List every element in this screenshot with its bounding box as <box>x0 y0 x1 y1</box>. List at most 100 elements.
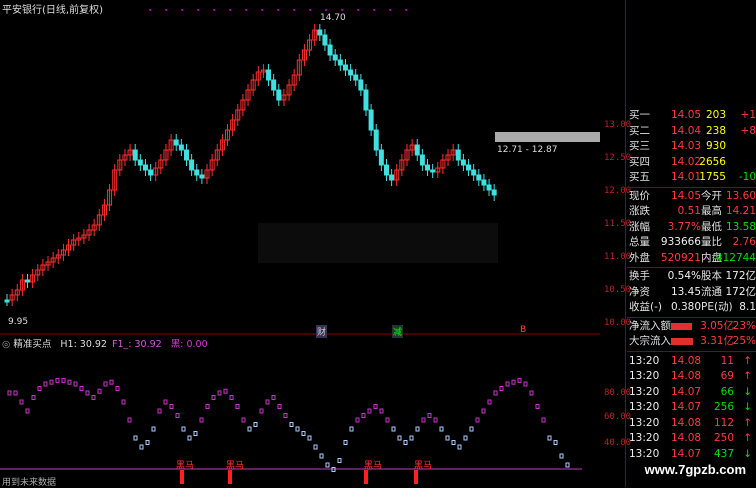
signal-bar <box>228 470 232 484</box>
candle-body <box>363 89 369 111</box>
flow-row[interactable]: 净流入额 3.05亿 23% <box>627 319 756 334</box>
bid-label: 买四 <box>629 155 650 168</box>
sidebar-divider <box>625 0 626 487</box>
tick-row[interactable]: 13:20 14.08 11 ↑ <box>627 354 756 369</box>
signal-bar <box>414 470 418 484</box>
flow-value: 3.31亿 <box>700 335 734 347</box>
fundamental-value: 8.1 <box>739 301 756 313</box>
quote-row[interactable]: 外盘 520921 内盘 412744 <box>627 251 756 266</box>
fundamental-row[interactable]: 换手 0.54% 股本 172亿 <box>627 269 756 284</box>
bid-price: 14.05 <box>671 109 702 121</box>
candle-body <box>189 159 195 171</box>
candle-body <box>4 299 10 303</box>
fundamental-row[interactable]: 收益(-) 0.380 PE(动) 8.1 <box>627 300 756 315</box>
tick-row[interactable]: 13:20 14.07 66 ↓ <box>627 385 756 400</box>
tick-price: 14.07 <box>671 401 702 413</box>
indicator-h1: H1: 30.92 <box>60 339 107 350</box>
signal-label: 黑马 <box>414 461 433 471</box>
indicator-f1: F1_: 30.92 <box>112 339 162 350</box>
top-dot <box>213 9 215 11</box>
arrow-down-icon: ↓ <box>743 385 752 398</box>
fundamental-label: 换手 <box>629 270 650 282</box>
bid-row[interactable]: 买三 14.03 930 <box>627 139 756 154</box>
event-marker-fin[interactable]: 财 <box>316 325 328 338</box>
bid-change: +8 <box>740 124 756 137</box>
top-dot <box>293 9 295 11</box>
top-dot <box>325 9 327 11</box>
top-dot <box>277 9 279 11</box>
low-price-label: 9.95 <box>8 317 29 327</box>
quote-label: 最低 <box>701 220 722 233</box>
fundamental-value: 172亿 <box>725 270 756 282</box>
signal-bar <box>180 470 184 484</box>
tick-volume: 256 <box>713 401 734 413</box>
candle-body <box>342 64 348 71</box>
quote-value: 520921 <box>660 251 701 264</box>
signal-bar <box>364 470 368 484</box>
tick-row[interactable]: 13:20 14.07 256 ↓ <box>627 400 756 415</box>
tick-row[interactable]: 13:20 14.08 69 ↑ <box>627 369 756 384</box>
event-marker-reduce[interactable]: 减 <box>392 325 404 338</box>
quote-value: 14.05 <box>670 189 701 202</box>
candle-body <box>337 59 343 66</box>
fundamental-value: 0.380 <box>670 301 701 313</box>
quote-label: 总量 <box>629 236 650 248</box>
quote-row[interactable]: 现价 14.05 今开 13.60 <box>627 189 756 204</box>
tick-price: 14.08 <box>671 432 702 444</box>
tick-row[interactable]: 13:20 14.07 437 ↓ <box>627 447 756 462</box>
quote-value: 3.77% <box>667 220 701 233</box>
candle-body <box>389 174 395 181</box>
overlay-panel-mid <box>258 223 498 263</box>
candle-body <box>430 169 436 173</box>
quote-value: 13.60 <box>725 189 756 202</box>
bid-label: 买一 <box>629 109 650 121</box>
top-dot <box>357 9 359 11</box>
candle-body <box>173 139 179 146</box>
tick-volume: 250 <box>713 432 734 444</box>
future-data-warning: 用到未来数据 <box>2 478 57 488</box>
bid-row[interactable]: 买一 14.05 203 +1 <box>627 108 756 123</box>
indicator-name[interactable]: 精准买点 <box>13 339 51 350</box>
fundamental-label: PE(动) <box>701 301 733 313</box>
indicator-toggle-icon[interactable]: ◎ <box>2 339 10 350</box>
top-dot <box>373 9 375 11</box>
bid-row[interactable]: 买五 14.01 1755 -10 <box>627 170 756 185</box>
bid-row[interactable]: 买二 14.04 238 +8 <box>627 124 756 139</box>
top-dot <box>309 9 311 11</box>
fundamental-row[interactable]: 净资 13.45 流通 172亿 <box>627 285 756 300</box>
arrow-up-icon: ↑ <box>743 416 752 429</box>
bid-label: 买三 <box>629 140 650 152</box>
candle-body <box>378 149 384 166</box>
quote-row[interactable]: 总量 933666 量比 2.76 <box>627 235 756 250</box>
quote-row[interactable]: 涨幅 3.77% 最低 13.58 <box>627 220 756 235</box>
watermark: www.7gpzb.com <box>644 462 746 477</box>
candle-body <box>199 174 205 179</box>
top-dot <box>261 9 263 11</box>
fundamental-label: 股本 <box>701 270 722 282</box>
top-dot <box>197 9 199 11</box>
divider <box>627 350 756 352</box>
flow-bar <box>671 322 692 330</box>
candle-body <box>414 144 420 156</box>
indicator-chart[interactable] <box>0 335 600 487</box>
quote-row[interactable]: 涨跌 0.51 最高 14.21 <box>627 204 756 219</box>
top-dot <box>405 9 407 11</box>
candle-body <box>132 149 138 161</box>
quote-value: 14.21 <box>725 205 756 217</box>
fundamental-label: 收益(-) <box>629 301 662 313</box>
bid-row[interactable]: 买四 14.02 2656 <box>627 155 756 170</box>
event-marker-b[interactable]: B <box>520 325 526 335</box>
tick-row[interactable]: 13:20 14.08 112 ↑ <box>627 416 756 431</box>
bid-volume: 930 <box>705 140 726 152</box>
tick-volume: 11 <box>720 354 734 367</box>
candle-body <box>276 89 282 101</box>
tick-volume: 66 <box>720 385 734 398</box>
bid-volume: 203 <box>705 109 726 121</box>
tick-row[interactable]: 13:20 14.08 250 ↑ <box>627 431 756 446</box>
tick-time: 13:20 <box>629 447 660 460</box>
high-price-label: 14.70 <box>320 13 346 23</box>
tick-time: 13:20 <box>629 354 660 367</box>
bid-price: 14.01 <box>671 171 702 183</box>
bid-price: 14.03 <box>671 140 702 152</box>
flow-row[interactable]: 大宗流入 3.31亿 25% <box>627 334 756 349</box>
